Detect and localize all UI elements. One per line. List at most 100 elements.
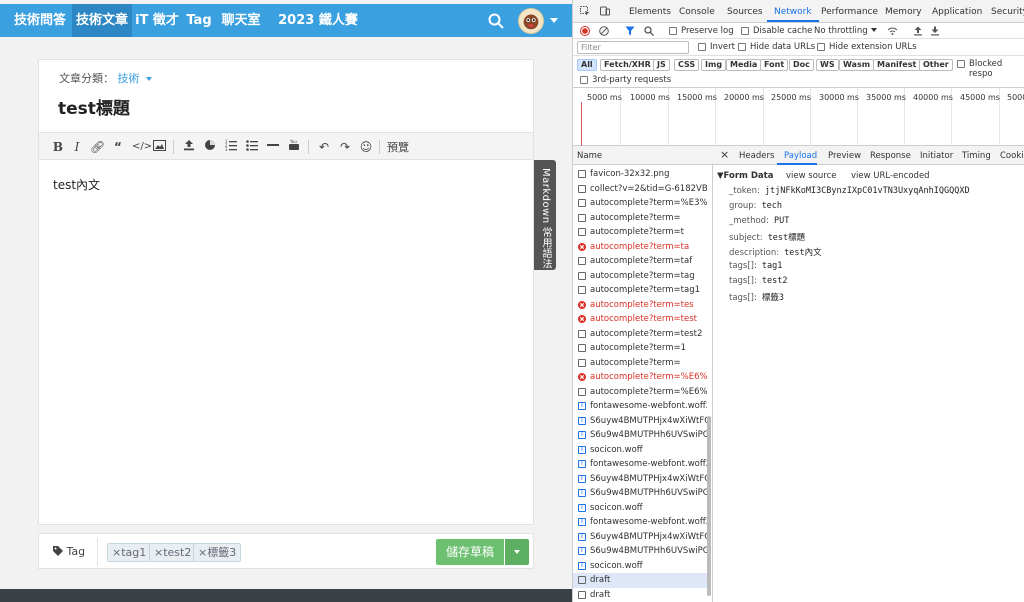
link-icon[interactable]: 🔗︎ <box>90 139 105 155</box>
undo-icon[interactable]: ↶ <box>317 139 331 155</box>
request-row[interactable]: Tsocicon.woff <box>573 501 707 516</box>
request-row[interactable]: autocomplete?term=t <box>573 225 707 240</box>
category-value[interactable]: 技術 <box>118 72 140 85</box>
request-row[interactable]: T S6u9w4BMUTPHh6UVSwiPG... <box>573 428 707 443</box>
request-row[interactable]: autocomplete?term=ta <box>573 240 707 255</box>
request-row[interactable]: Tfontawesome-webfont.woff2... <box>573 399 707 414</box>
image-icon[interactable] <box>152 139 166 155</box>
nav-tech-qa[interactable]: 技術問答 <box>10 4 70 37</box>
tag-chip[interactable]: ×test2 <box>149 543 197 562</box>
unordered-list-icon[interactable] <box>245 139 259 155</box>
tab-performance[interactable]: Performance <box>821 7 878 17</box>
tab-sources[interactable]: Sources <box>727 7 763 17</box>
import-har-icon[interactable] <box>913 26 923 36</box>
request-row[interactable]: autocomplete?term=tes <box>573 298 707 313</box>
article-title-input[interactable]: test標題 <box>58 94 130 119</box>
request-row[interactable]: autocomplete?term=taf <box>573 254 707 269</box>
request-row[interactable]: autocomplete?term=%E6%A... <box>573 385 707 400</box>
view-url-encoded-link[interactable]: view URL-encoded <box>851 171 930 181</box>
filter-icon[interactable] <box>625 26 635 36</box>
throttling-select[interactable]: No throttling <box>814 26 868 36</box>
chart-icon[interactable] <box>203 139 217 155</box>
tab-preview[interactable]: Preview <box>828 151 861 161</box>
tab-memory[interactable]: Memory <box>885 7 922 17</box>
preserve-log-checkbox[interactable] <box>669 27 677 35</box>
emoji-icon[interactable]: ☺ <box>359 139 373 155</box>
markdown-help-tab[interactable]: Markdown 常用語法 <box>534 160 556 270</box>
disable-cache-checkbox[interactable] <box>741 27 749 35</box>
filter-css[interactable]: CSS <box>674 59 700 71</box>
tab-elements[interactable]: Elements <box>629 7 671 17</box>
request-row[interactable]: T S6uyw4BMUTPHjx4wXiWtFC... <box>573 472 707 487</box>
request-row[interactable]: Tsocicon.woff <box>573 443 707 458</box>
filter-font[interactable]: Font <box>760 59 789 71</box>
preview-button[interactable]: 預覽 <box>387 139 409 155</box>
hide-data-urls-checkbox[interactable] <box>738 43 746 51</box>
tab-security[interactable]: Security <box>991 7 1024 17</box>
network-timeline[interactable]: 5000 ms 10000 ms 15000 ms 20000 ms 25000… <box>573 88 1024 146</box>
hide-extension-urls-checkbox[interactable] <box>817 43 825 51</box>
request-row[interactable]: T S6uyw4BMUTPHjx4wXiWtFC... <box>573 530 707 545</box>
user-avatar[interactable] <box>518 8 544 34</box>
name-column-header[interactable]: Name <box>573 146 713 165</box>
filter-media[interactable]: Media <box>726 59 762 71</box>
invert-checkbox[interactable] <box>698 43 706 51</box>
youtube-icon[interactable]: You <box>287 139 301 155</box>
request-row[interactable]: autocomplete?term=%E6%A... <box>573 370 707 385</box>
request-list-scrollbar[interactable] <box>707 416 711 596</box>
tab-application[interactable]: Application <box>932 7 982 17</box>
inspect-element-icon[interactable] <box>580 6 590 16</box>
blocked-response-cookies-checkbox[interactable] <box>957 60 965 68</box>
filter-ws[interactable]: WS <box>816 59 839 71</box>
tag-chip[interactable]: ×標籤3 <box>193 543 242 562</box>
user-menu-caret-icon[interactable] <box>550 18 558 23</box>
clear-icon[interactable] <box>599 26 609 36</box>
quote-icon[interactable]: “ <box>111 139 125 155</box>
record-icon[interactable] <box>580 26 590 36</box>
request-row[interactable]: T S6uyw4BMUTPHjx4wXiWtFC... <box>573 414 707 429</box>
ordered-list-icon[interactable]: 123 <box>224 139 238 155</box>
redo-icon[interactable]: ↷ <box>338 139 352 155</box>
filter-doc[interactable]: Doc <box>789 59 814 71</box>
filter-other[interactable]: Other <box>919 59 953 71</box>
nav-tag[interactable]: Tag <box>184 4 214 37</box>
filter-input[interactable]: Filter <box>577 41 689 54</box>
request-row[interactable]: autocomplete?term= <box>573 356 707 371</box>
nav-ironman-2023[interactable]: 2023 鐵人賽 <box>268 4 368 37</box>
upload-icon[interactable] <box>182 139 196 155</box>
tab-timing[interactable]: Timing <box>962 151 991 161</box>
request-row[interactable]: Tfontawesome-webfont.woff2... <box>573 515 707 530</box>
close-icon[interactable]: × <box>720 148 729 161</box>
filter-wasm[interactable]: Wasm <box>839 59 875 71</box>
third-party-checkbox[interactable] <box>580 76 588 84</box>
network-conditions-icon[interactable] <box>887 26 898 36</box>
chevron-down-icon[interactable] <box>146 77 152 81</box>
tab-console[interactable]: Console <box>679 7 715 17</box>
request-row[interactable]: favicon-32x32.png <box>573 167 707 182</box>
request-row[interactable]: autocomplete?term=1 <box>573 341 707 356</box>
request-row[interactable]: autocomplete?term=tag <box>573 269 707 284</box>
request-row[interactable]: T S6u9w4BMUTPHh6UVSwiPG... <box>573 544 707 559</box>
request-row[interactable]: draft <box>573 588 707 602</box>
export-har-icon[interactable] <box>930 26 940 36</box>
request-row[interactable]: Tsocicon.woff <box>573 559 707 574</box>
article-content-editor[interactable]: test內文 <box>53 176 100 193</box>
chevron-down-icon[interactable] <box>871 28 877 32</box>
tab-headers[interactable]: Headers <box>739 151 774 161</box>
nav-it-jobs[interactable]: iT 徵才 <box>134 4 180 37</box>
request-row[interactable]: collect?v=2&tid=G-6182VBH... <box>573 182 707 197</box>
search-icon[interactable] <box>644 26 654 36</box>
request-row[interactable]: draft <box>573 573 707 588</box>
nav-chatroom[interactable]: 聊天室 <box>218 4 264 37</box>
request-row[interactable]: autocomplete?term=test2 <box>573 327 707 342</box>
tab-response[interactable]: Response <box>870 151 911 161</box>
filter-fetch-xhr[interactable]: Fetch/XHR <box>600 59 655 71</box>
code-icon[interactable]: </> <box>132 139 152 155</box>
tab-cookies[interactable]: Cookie <box>1000 151 1024 161</box>
italic-icon[interactable]: I <box>70 139 84 155</box>
filter-manifest[interactable]: Manifest <box>873 59 921 71</box>
request-row[interactable]: autocomplete?term=test <box>573 312 707 327</box>
request-row[interactable]: autocomplete?term= <box>573 211 707 226</box>
tab-payload[interactable]: Payload <box>784 151 817 161</box>
category-selector[interactable]: 文章分類： 技術 <box>59 70 152 86</box>
